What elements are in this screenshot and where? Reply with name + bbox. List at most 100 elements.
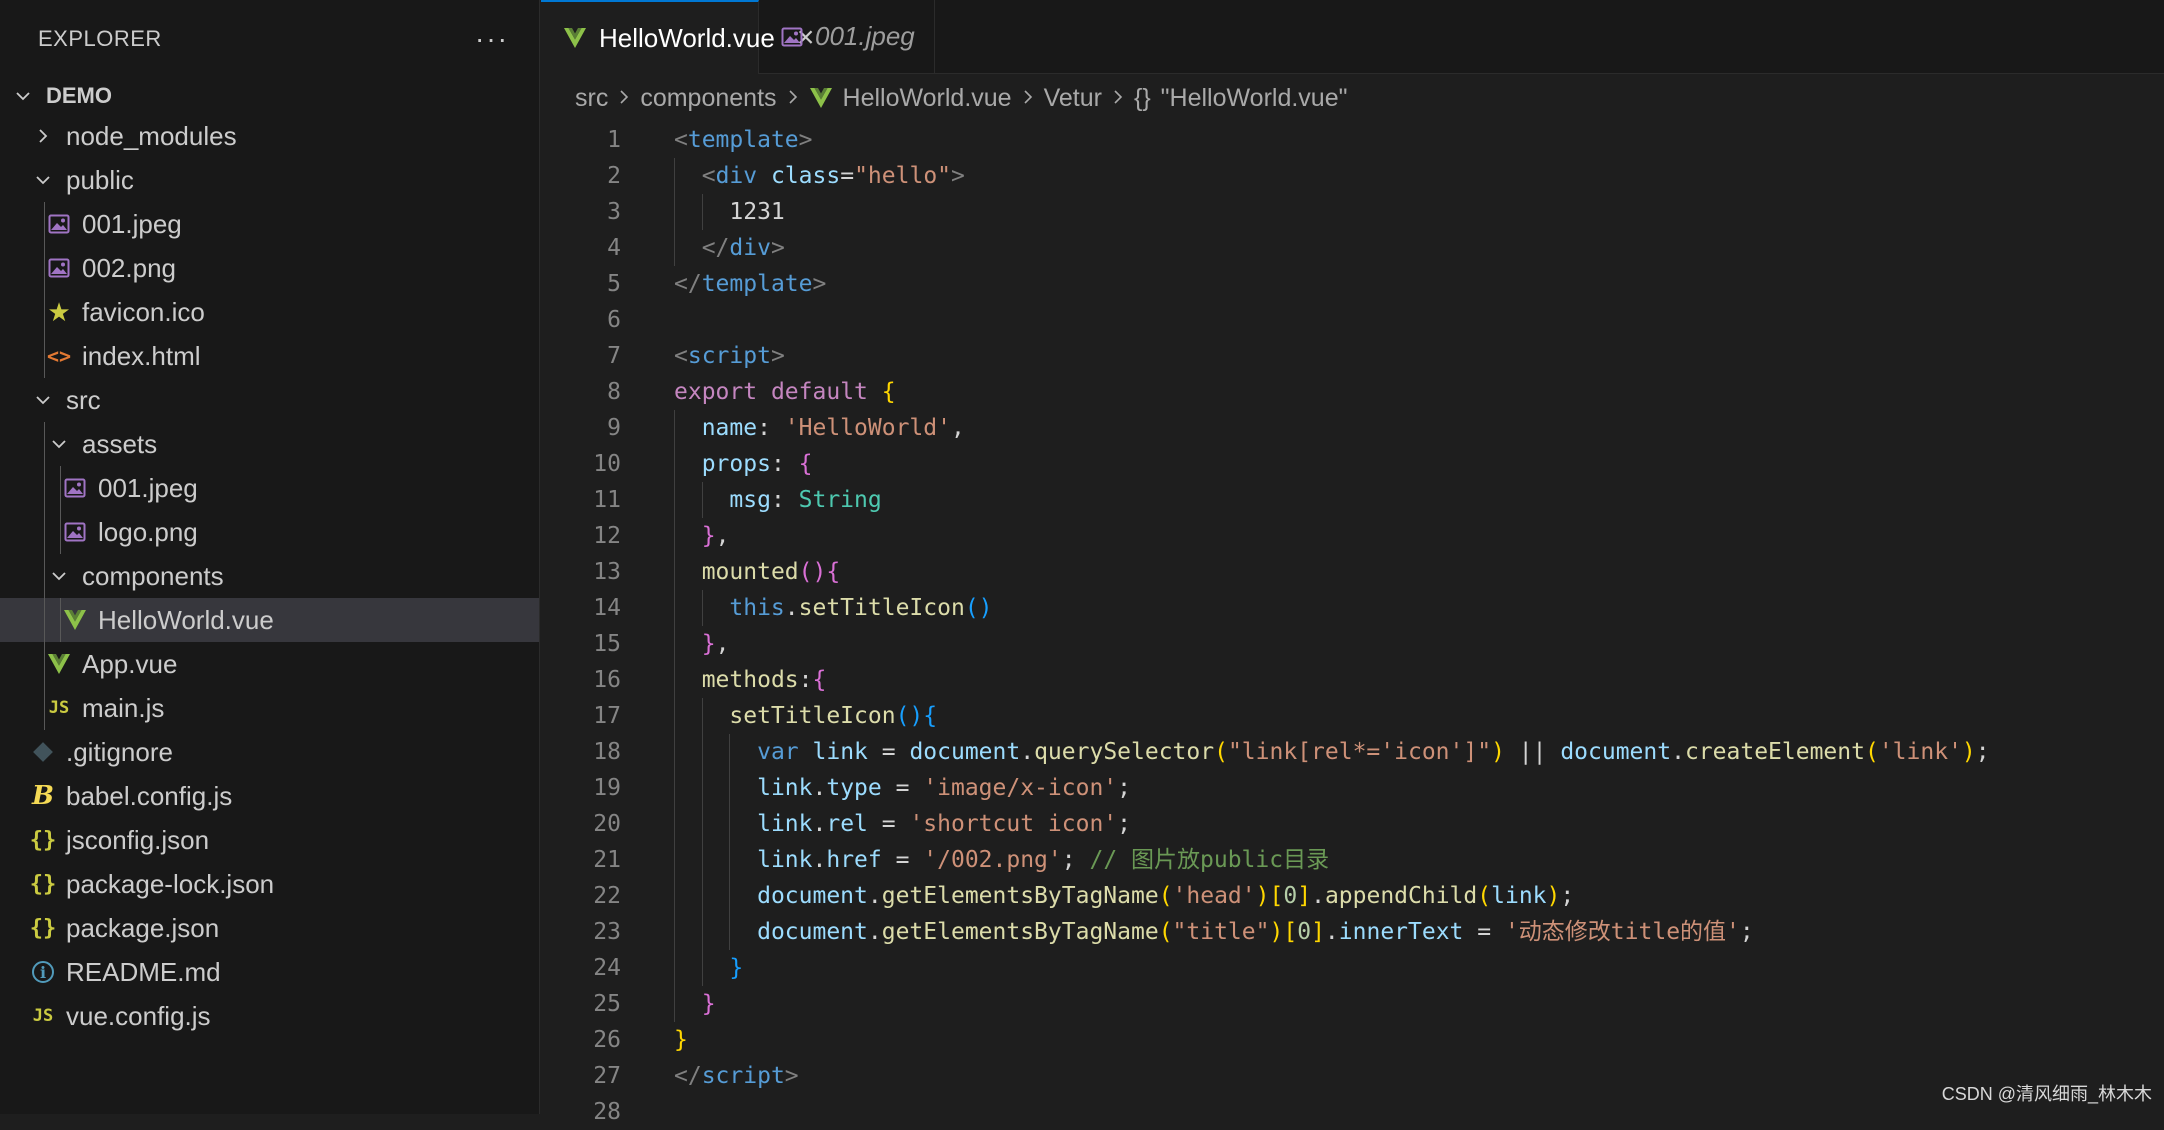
code-token: . [812, 811, 827, 837]
code-token: getElementsByTagName [881, 919, 1159, 945]
breadcrumb-item[interactable]: {} "HelloWorld.vue" [1134, 84, 1348, 113]
code-token: { [798, 451, 813, 477]
code-token: template [701, 271, 813, 297]
tree-item[interactable]: .gitignore [0, 730, 539, 774]
line-number: 5 [607, 271, 621, 297]
code-token: document [757, 919, 868, 945]
tree-item[interactable]: assets [0, 422, 539, 466]
code-token: setTitleIcon [729, 703, 896, 729]
code-token: 'link' [1878, 739, 1962, 765]
tree-item[interactable]: components [0, 554, 539, 598]
code-token: || [1504, 739, 1561, 765]
tree-item[interactable]: {} package-lock.json [0, 862, 539, 906]
code-token: . [812, 775, 827, 801]
tab-label: 001.jpeg [815, 21, 915, 51]
code-token: > [784, 1063, 799, 1089]
indent-guide [44, 554, 45, 598]
tree-item[interactable]: i README.md [0, 950, 539, 994]
code-token: ; [1117, 775, 1132, 801]
more-actions-icon[interactable]: ··· [475, 23, 509, 55]
code-token: > [798, 127, 813, 153]
code-token: } [729, 955, 744, 981]
line-number: 9 [607, 415, 621, 441]
line-number: 19 [593, 775, 621, 801]
code-token: ) [1546, 883, 1561, 909]
code-token: } [701, 631, 716, 657]
code-text: link.type = 'image/x-icon'; [674, 770, 1131, 806]
code-token: setTitleIcon [798, 595, 965, 621]
tree-item[interactable]: 002.png [0, 246, 539, 290]
code-token: { [826, 559, 841, 585]
breadcrumb-label: components [640, 83, 777, 112]
workspace-section-header[interactable]: DEMO [0, 78, 539, 114]
tree-item-label: vue.config.js [66, 1000, 211, 1031]
code-token: "link[rel*='icon']" [1227, 739, 1492, 765]
watermark: CSDN @清风细雨_林木木 [1941, 1084, 2152, 1104]
code-token: , [715, 631, 730, 657]
breadcrumb-label: src [575, 83, 609, 112]
tree-item[interactable]: JS vue.config.js [0, 994, 539, 1038]
explorer-title: EXPLORER [38, 26, 162, 51]
tree-item[interactable]: src [0, 378, 539, 422]
code-token: 'head' [1172, 883, 1256, 909]
tree-item[interactable]: 001.jpeg [0, 202, 539, 246]
breadcrumb-item[interactable]: HelloWorld.vue [809, 84, 1012, 113]
tree-item[interactable]: public [0, 158, 539, 202]
tree-item[interactable]: {} package.json [0, 906, 539, 950]
indent-guide [60, 510, 61, 554]
breadcrumb-separator-icon [618, 84, 630, 113]
code-token: template [687, 127, 799, 153]
code-text: <template> [674, 122, 813, 158]
code-token: () [798, 559, 827, 585]
code-token: createElement [1684, 739, 1865, 765]
editor-group: HelloWorld.vue × 001.jpeg src components Hel… [541, 0, 2164, 1125]
tree-item-label: HelloWorld.vue [98, 604, 274, 635]
tree-item[interactable]: <> index.html [0, 334, 539, 378]
tree-item[interactable]: node_modules [0, 114, 539, 158]
breadcrumb-item[interactable]: components [640, 84, 776, 113]
editor-tab[interactable]: 001.jpeg [759, 0, 935, 73]
code-editor[interactable]: 1 <template> 2 <div class="hello"> 3 1231 4 … [541, 122, 2164, 1125]
tree-item-label: 001.jpeg [82, 208, 182, 239]
code-token: . [1671, 739, 1685, 765]
code-token: > [770, 343, 785, 369]
json-icon: {} [29, 915, 57, 941]
code-text: </script> [674, 1058, 799, 1094]
code-token: div [729, 235, 771, 261]
code-line: 3 1231 [541, 194, 2164, 230]
tree-item[interactable]: 001.jpeg [0, 466, 539, 510]
tree-item-label: App.vue [82, 648, 178, 679]
code-text: </template> [674, 266, 826, 302]
code-line: 20 link.rel = 'shortcut icon'; [541, 806, 2164, 842]
code-text: export default { [674, 374, 896, 410]
code-token: </ [674, 271, 702, 297]
line-number: 11 [593, 487, 621, 513]
code-token: : [798, 667, 813, 693]
tree-item[interactable]: ★ favicon.ico [0, 290, 539, 334]
code-line: 28 [541, 1094, 2164, 1130]
code-token: > [812, 271, 827, 297]
breadcrumb-item[interactable]: Vetur [1044, 84, 1102, 113]
line-number: 10 [593, 451, 621, 477]
tree-item[interactable]: Bbabel.config.js [0, 774, 539, 818]
tree-item[interactable]: JS main.js [0, 686, 539, 730]
code-line: 2 <div class="hello"> [541, 158, 2164, 194]
code-token: : [757, 415, 785, 441]
code-token: { [923, 703, 938, 729]
code-line: 15 }, [541, 626, 2164, 662]
tree-item[interactable]: HelloWorld.vue [0, 598, 539, 642]
editor-tab[interactable]: HelloWorld.vue × [541, 0, 814, 74]
line-number: 27 [593, 1063, 621, 1089]
code-token: 'shortcut icon' [909, 811, 1118, 837]
code-token: type [826, 775, 882, 801]
code-token: </ [674, 1063, 702, 1089]
code-token: msg [729, 487, 771, 513]
breadcrumb-item[interactable]: src [575, 84, 608, 113]
vue-icon [46, 651, 72, 677]
code-token: ; [1061, 847, 1090, 873]
code-text: <div class="hello"> [674, 158, 965, 194]
tree-item[interactable]: logo.png [0, 510, 539, 554]
tree-item[interactable]: {} jsconfig.json [0, 818, 539, 862]
tree-item[interactable]: App.vue [0, 642, 539, 686]
json-icon: {} [29, 827, 57, 853]
